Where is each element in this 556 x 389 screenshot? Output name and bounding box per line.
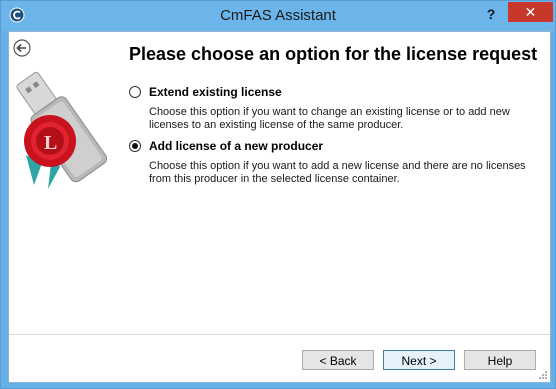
radio-extend-license[interactable]: [129, 86, 141, 98]
close-button[interactable]: ✕: [508, 2, 553, 22]
window-title: CmFAS Assistant: [220, 7, 336, 24]
back-button[interactable]: < Back: [302, 350, 374, 370]
usb-license-seal-icon: L: [16, 71, 108, 189]
option-label[interactable]: Extend existing license: [149, 85, 282, 99]
svg-text:L: L: [44, 132, 57, 154]
help-button[interactable]: Help: [464, 350, 536, 370]
next-button[interactable]: Next >: [383, 350, 455, 370]
page-heading: Please choose an option for the license …: [129, 44, 538, 64]
radio-add-producer[interactable]: [129, 140, 141, 152]
button-separator: [9, 334, 550, 335]
option-extend-license[interactable]: Extend existing license Choose this opti…: [129, 84, 549, 132]
wizard-page: L Please choose an option for the licens…: [8, 31, 551, 383]
option-description: Choose this option if you want to add a …: [149, 160, 526, 185]
back-arrow-icon[interactable]: [13, 39, 31, 57]
assistant-window: CmFAS Assistant ? ✕ L Please choose an o…: [0, 0, 556, 389]
help-title-button[interactable]: ?: [479, 4, 503, 24]
option-label[interactable]: Add license of a new producer: [149, 139, 323, 153]
option-add-producer[interactable]: Add license of a new producer Choose thi…: [129, 138, 549, 186]
title-bar[interactable]: CmFAS Assistant ? ✕: [1, 1, 555, 31]
resize-grip-icon[interactable]: [538, 370, 548, 380]
option-description: Choose this option if you want to change…: [149, 106, 510, 131]
